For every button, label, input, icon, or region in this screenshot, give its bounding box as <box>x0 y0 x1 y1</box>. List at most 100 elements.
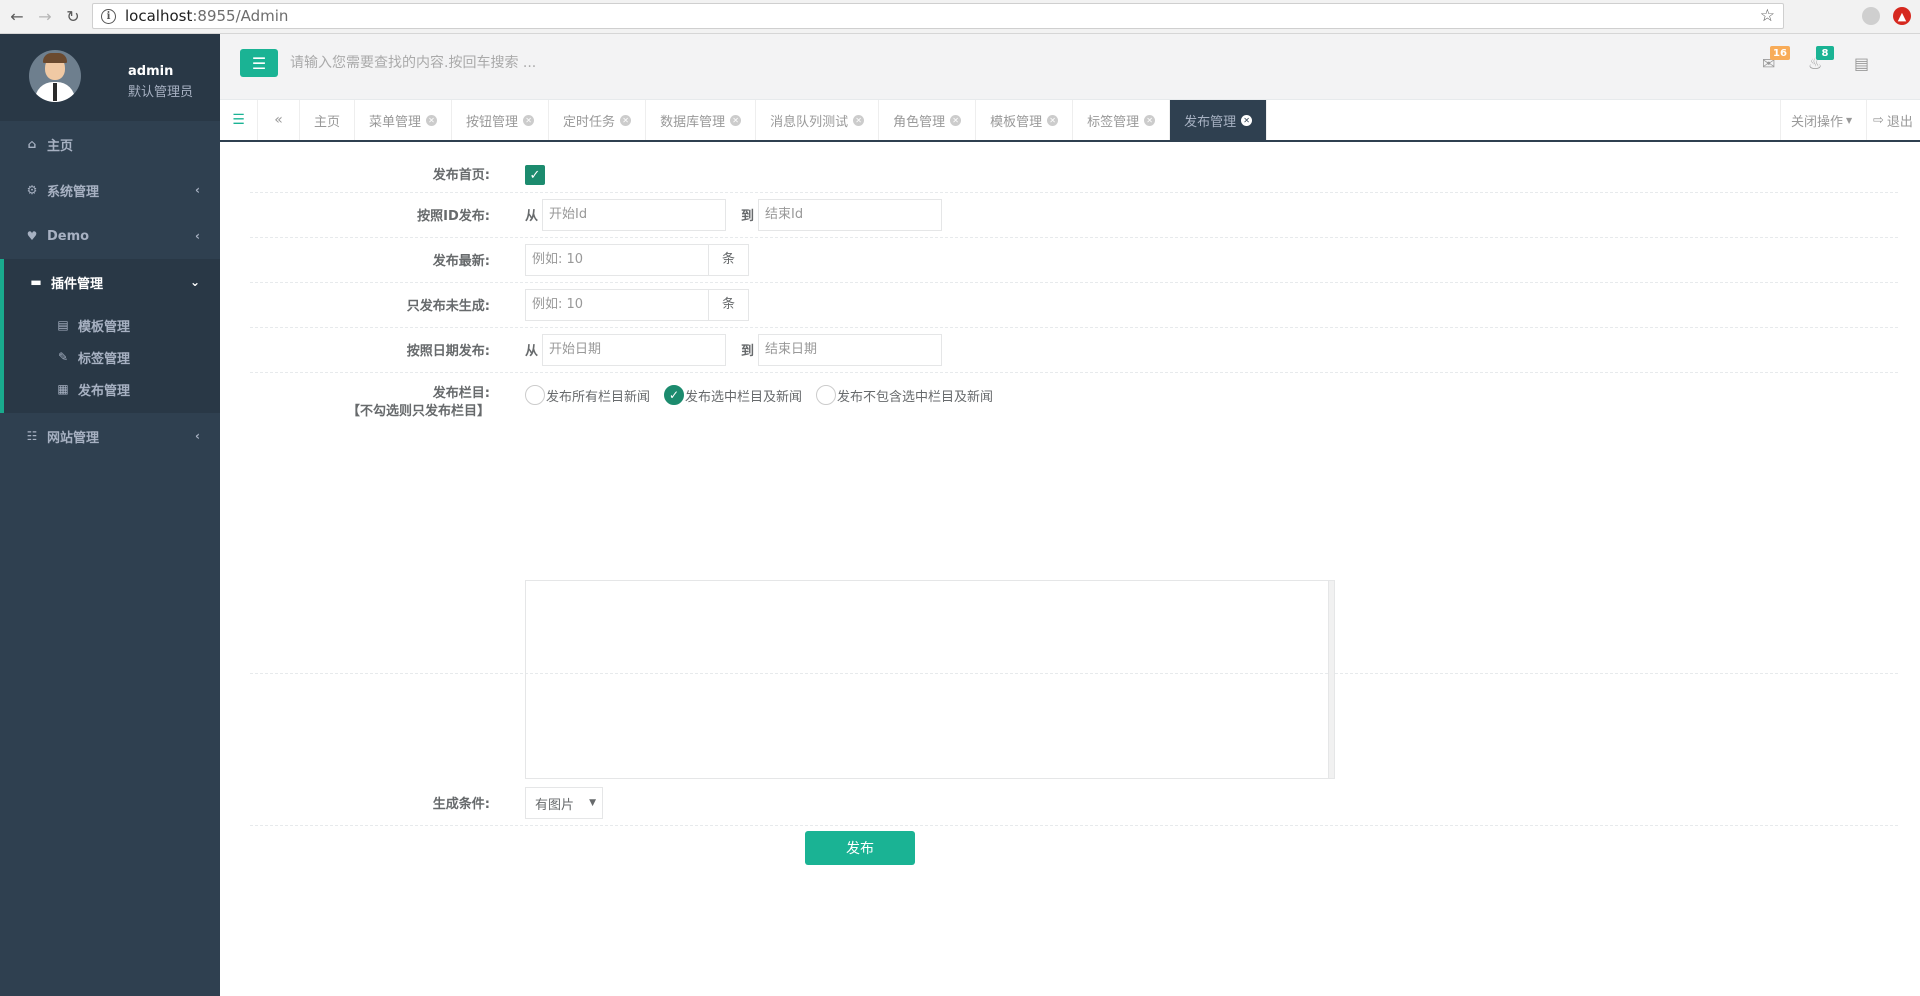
label-publish-by-date: 按照日期发布: <box>406 344 490 359</box>
reload-icon[interactable]: ↻ <box>62 6 84 28</box>
close-icon[interactable]: ✕ <box>950 114 962 126</box>
close-icon[interactable]: ✕ <box>620 114 632 126</box>
bell-icon[interactable]: ♨ 8 <box>1808 46 1834 73</box>
sidebar-item-plugins[interactable]: ▬ 插件管理 ⌄ <box>0 259 220 305</box>
tab-tags[interactable]: 标签管理 ✕ <box>1073 100 1171 140</box>
heart-icon: ♥ <box>26 229 38 243</box>
ungenerated-input-group: 例如: 10 条 <box>525 289 749 321</box>
tab-database[interactable]: 数据库管理 ✕ <box>646 100 757 140</box>
end-date-input[interactable]: 结束日期 <box>758 334 942 366</box>
chevron-left-icon: ‹ <box>195 429 200 443</box>
row-publish-by-date: 按照日期发布: 从 开始日期 到 结束日期 <box>250 328 1898 373</box>
tab-mq-test[interactable]: 消息队列测试 ✕ <box>756 100 880 140</box>
tab-scheduled[interactable]: 定时任务 ✕ <box>549 100 647 140</box>
tab-templates[interactable]: 模板管理 ✕ <box>976 100 1074 140</box>
column-tree-box[interactable] <box>525 580 1335 779</box>
extension-icon[interactable] <box>1862 7 1880 25</box>
publish-home-checkbox[interactable]: ✓ <box>525 165 545 185</box>
tab-roles[interactable]: 角色管理 ✕ <box>879 100 977 140</box>
from-label: 从 <box>525 344 539 359</box>
chevron-down-icon: ⌄ <box>189 275 200 289</box>
sidebar-item-home[interactable]: ⌂ 主页 <box>0 121 220 167</box>
logout-button[interactable]: ⇨ 退出 <box>1866 100 1920 140</box>
bookmark-star-icon[interactable]: ☆ <box>1760 6 1775 26</box>
latest-count-input[interactable]: 例如: 10 <box>525 244 709 276</box>
envelope-icon[interactable]: ✉ 16 <box>1762 46 1790 73</box>
start-date-input[interactable]: 开始日期 <box>542 334 726 366</box>
eraser-icon: ✎ <box>57 350 69 364</box>
tab-list: 主页 菜单管理 ✕ 按钮管理 ✕ 定时任务 ✕ 数据库管理 ✕ 消息队列测试 ✕ 角色管理… <box>300 100 1268 140</box>
start-id-input[interactable]: 开始Id <box>542 199 726 231</box>
user-name[interactable]: admin <box>128 64 173 79</box>
gear-icon: ⚙ <box>26 183 38 197</box>
caret-down-icon: ▼ <box>1846 115 1853 125</box>
unit-addon: 条 <box>709 244 749 276</box>
sidebar-subitem-publish[interactable]: ▦ 发布管理 <box>4 373 220 405</box>
sidebar-subitem-label: 标签管理 <box>78 351 131 367</box>
label-generate-condition: 生成条件: <box>432 797 490 812</box>
label-publish-ungenerated: 只发布未生成: <box>406 299 490 314</box>
tab-home[interactable]: 主页 <box>300 100 356 140</box>
tree-scrollbar[interactable] <box>1328 581 1334 778</box>
latest-input-group: 例如: 10 条 <box>525 244 749 276</box>
close-icon[interactable]: ✕ <box>523 114 535 126</box>
tab-publish[interactable]: 发布管理 ✕ <box>1170 100 1268 140</box>
sidebar-item-demo[interactable]: ♥ Demo ‹ <box>0 213 220 259</box>
sidebar-subitem-label: 模板管理 <box>78 319 131 335</box>
radio-circle-icon <box>816 385 837 405</box>
back-icon[interactable]: ← <box>6 6 28 28</box>
sidebar-toggle-button[interactable]: ☰ <box>240 49 278 77</box>
sidebar-item-website[interactable]: ☷ 网站管理 ‹ <box>0 413 220 459</box>
chevron-left-icon: ‹ <box>195 229 200 243</box>
label-publish-columns: 发布栏目: 【不勾选则只发布栏目】 <box>250 385 490 421</box>
comment-icon: ▬ <box>30 275 42 289</box>
row-publish-by-id: 按照ID发布: 从 开始Id 到 结束Id <box>250 193 1898 238</box>
menu-list-icon[interactable]: ☰ <box>220 100 258 140</box>
column-hint: 【不勾选则只发布栏目】 <box>346 404 490 419</box>
close-icon[interactable]: ✕ <box>426 114 438 126</box>
label-publish-home: 发布首页: <box>432 168 490 183</box>
close-icon[interactable]: ✕ <box>1047 114 1059 126</box>
label-publish-latest: 发布最新: <box>432 254 490 269</box>
publish-button[interactable]: 发布 <box>805 831 915 865</box>
row-publish-home: 发布首页: ✓ <box>250 155 1898 193</box>
close-icon[interactable]: ✕ <box>853 114 865 126</box>
chevron-left-icon: ‹ <box>195 183 200 197</box>
sidebar-subitem-tags[interactable]: ✎ 标签管理 <box>4 341 220 373</box>
forward-icon[interactable]: → <box>34 6 56 28</box>
close-operations-dropdown[interactable]: 关闭操作 ▼ <box>1780 100 1866 140</box>
sidebar-item-label: 主页 <box>47 138 74 154</box>
plugins-submenu: ▤ 模板管理 ✎ 标签管理 ▦ 发布管理 <box>0 305 220 413</box>
search-input[interactable] <box>284 49 684 77</box>
close-icon[interactable]: ✕ <box>730 114 742 126</box>
top-header: ☰ ✉ 16 ♨ 8 ▤ <box>220 34 1920 100</box>
extension-badge-icon[interactable]: ▲ <box>1893 7 1911 25</box>
tabs-scroll-left-icon[interactable]: « <box>258 100 300 140</box>
tasks-icon[interactable]: ▤ <box>1854 54 1869 73</box>
mail-count-badge: 16 <box>1770 46 1790 60</box>
end-id-input[interactable]: 结束Id <box>758 199 942 231</box>
label-publish-by-id: 按照ID发布: <box>417 209 490 224</box>
address-bar[interactable]: i localhost:8955/Admin ☆ <box>92 3 1784 29</box>
info-icon[interactable]: i <box>101 8 116 24</box>
avatar[interactable] <box>29 50 81 102</box>
radio-publish-selected[interactable]: ✓ 发布选中栏目及新闻 <box>664 385 802 405</box>
tab-menu[interactable]: 菜单管理 ✕ <box>355 100 453 140</box>
sidebar-subitem-templates[interactable]: ▤ 模板管理 <box>4 309 220 341</box>
close-icon[interactable]: ✕ <box>1144 114 1156 126</box>
radio-publish-all[interactable]: 发布所有栏目新闻 <box>525 385 650 405</box>
home-icon: ⌂ <box>27 137 37 151</box>
ungenerated-count-input[interactable]: 例如: 10 <box>525 289 709 321</box>
tabs-bar: ☰ « 主页 菜单管理 ✕ 按钮管理 ✕ 定时任务 ✕ 数据库管理 ✕ 消息队列测试 ✕ … <box>220 100 1920 142</box>
sidebar: admin 默认管理员 ⌂ 主页 ⚙ 系统管理 ‹ ♥ Demo ‹ ▬ 插件管… <box>0 34 220 996</box>
close-icon[interactable]: ✕ <box>1241 114 1253 126</box>
tab-buttons[interactable]: 按钮管理 ✕ <box>452 100 550 140</box>
sidebar-item-label: Demo <box>47 228 90 244</box>
radio-publish-exclude[interactable]: 发布不包含选中栏目及新闻 <box>816 385 993 405</box>
unit-addon: 条 <box>709 289 749 321</box>
sidebar-item-system[interactable]: ⚙ 系统管理 ‹ <box>0 167 220 213</box>
user-profile: admin 默认管理员 <box>0 34 220 121</box>
generate-condition-select[interactable]: 有图片 ▼ <box>525 787 603 819</box>
grid-icon: ▦ <box>57 382 69 396</box>
list-alt-icon: ▤ <box>57 318 69 332</box>
